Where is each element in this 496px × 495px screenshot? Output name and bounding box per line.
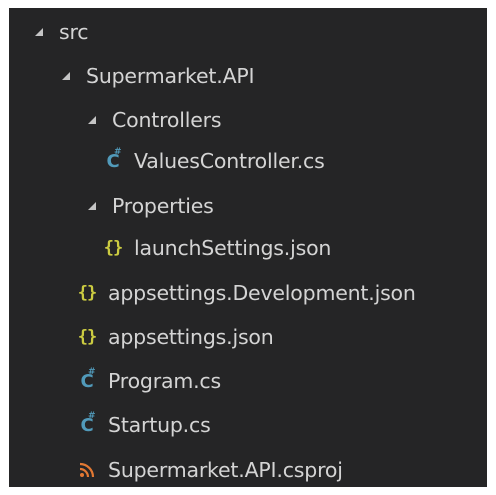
expanded-arrow-icon[interactable]: [60, 70, 72, 82]
tree-item-label: appsettings.Development.json: [108, 281, 416, 305]
csharp-icon: C #: [80, 367, 96, 392]
expanded-arrow-icon[interactable]: [33, 26, 45, 38]
json-icon: {}: [77, 283, 97, 303]
tree-item-label: Startup.cs: [108, 413, 211, 437]
expanded-arrow-icon[interactable]: [86, 114, 98, 126]
csharp-icon: C #: [80, 411, 96, 436]
rss-icon: [76, 459, 98, 481]
tree-item-properties-folder[interactable]: Properties: [9, 184, 487, 228]
tree-item-src[interactable]: src: [9, 10, 487, 54]
tree-item-label: launchSettings.json: [134, 236, 332, 260]
csharp-icon: C #: [106, 147, 122, 172]
tree-item-label: Controllers: [112, 108, 222, 132]
tree-item-label: Supermarket.API: [86, 64, 255, 88]
tree-item-label: src: [59, 20, 89, 44]
tree-item-supermarket-api-folder[interactable]: Supermarket.API: [9, 54, 487, 98]
tree-item-label: Supermarket.API.csproj: [108, 458, 343, 482]
tree-item-label: appsettings.json: [108, 325, 274, 349]
file-explorer: src Supermarket.API Controllers C # Value…: [9, 8, 487, 487]
tree-item-startup-file[interactable]: C # Startup.cs: [9, 403, 487, 447]
json-icon: {}: [103, 238, 123, 258]
tree-item-controllers-folder[interactable]: Controllers: [9, 98, 487, 142]
tree-item-launchsettings-file[interactable]: {} launchSettings.json: [9, 226, 487, 270]
tree-item-appsettings-development-file[interactable]: {} appsettings.Development.json: [9, 271, 487, 315]
tree-item-appsettings-file[interactable]: {} appsettings.json: [9, 315, 487, 359]
tree-item-label: ValuesController.cs: [134, 149, 325, 173]
json-icon: {}: [77, 327, 97, 347]
tree-item-program-file[interactable]: C # Program.cs: [9, 359, 487, 403]
tree-item-valuescontroller-file[interactable]: C # ValuesController.cs: [9, 139, 487, 183]
tree-item-csproj-file[interactable]: Supermarket.API.csproj: [9, 448, 487, 487]
tree-item-label: Program.cs: [108, 369, 221, 393]
tree-item-label: Properties: [112, 194, 214, 218]
expanded-arrow-icon[interactable]: [86, 200, 98, 212]
